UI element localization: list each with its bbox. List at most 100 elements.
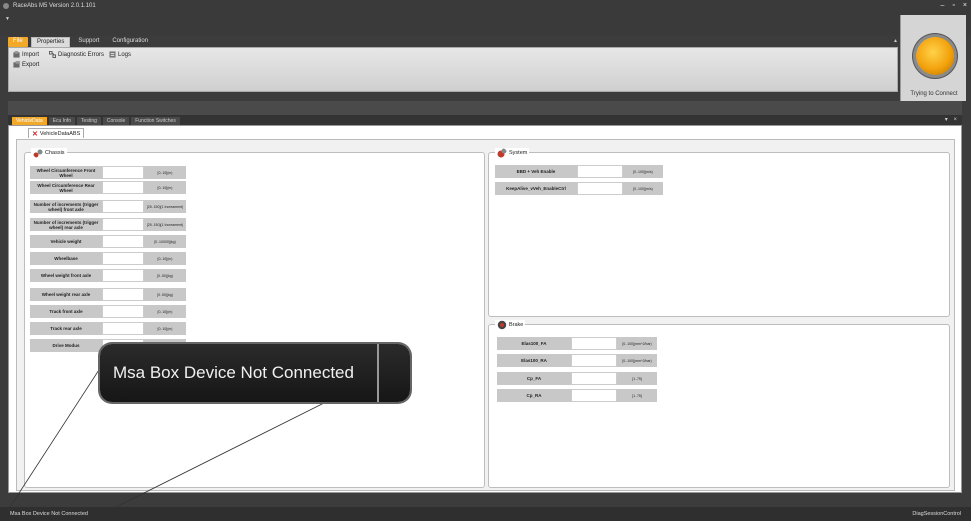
param-input[interactable]	[102, 288, 144, 301]
tab-close-icon[interactable]: ×	[953, 117, 957, 123]
chassis-group: Chassis Wheel Circumference Front Wheel […	[24, 148, 485, 488]
chassis-legend: Chassis	[31, 148, 67, 158]
subtab-vehicle-data-abs[interactable]: ✕ VehicleDataABS	[28, 128, 85, 138]
tab-support[interactable]: Support	[73, 37, 104, 47]
param-range: [0..10](m)	[144, 305, 186, 318]
diagnostic-errors-label: Diagnostic Errors	[58, 51, 105, 58]
param-range: [0..50](kg)	[144, 269, 186, 282]
subtab-label: VehicleDataABS	[39, 130, 81, 137]
param-input[interactable]	[102, 305, 144, 318]
tab-configuration[interactable]: Configuration	[107, 37, 153, 47]
param-range: [0..10](m)	[144, 252, 186, 265]
param-label: Elas100_RA	[497, 354, 571, 367]
param-range: [0..100](m/s)	[623, 165, 663, 178]
diagnostic-errors-icon	[49, 51, 56, 58]
tab-testing[interactable]: Testing	[77, 117, 101, 125]
ribbon-tabs: File Properties Support Configuration	[8, 36, 153, 47]
document-tab-controls: ▾ ×	[945, 116, 957, 123]
param-input[interactable]	[571, 372, 617, 385]
param-input[interactable]	[571, 389, 617, 402]
tab-console[interactable]: Console	[102, 117, 130, 125]
param-label: Cp_RA	[497, 389, 571, 402]
tab-file[interactable]: File	[8, 37, 28, 47]
tab-vehicle-data[interactable]: VehicleData	[12, 117, 47, 125]
close-button[interactable]: ×	[963, 2, 967, 9]
param-range: [0..100](mm^2/bar)	[617, 337, 657, 350]
chassis-icon	[33, 149, 43, 158]
brake-legend: Brake	[495, 320, 526, 330]
brake-icon	[497, 320, 507, 330]
param-input[interactable]	[571, 337, 617, 350]
chassis-row: Wheelbase [0..10](m)	[30, 252, 186, 265]
param-label: Wheel Circumference Rear Wheel	[30, 181, 102, 194]
system-legend: System	[495, 148, 530, 158]
tab-dropdown-icon[interactable]: ▾	[945, 117, 948, 123]
param-label: Track rear axle	[30, 322, 102, 335]
chassis-row: Vehicle weight [0..10000](kg)	[30, 235, 186, 248]
param-input[interactable]	[577, 182, 623, 195]
logs-icon	[109, 51, 116, 58]
param-input[interactable]	[102, 269, 144, 282]
param-label: Cp_FA	[497, 372, 571, 385]
param-range: [0..10000](kg)	[144, 235, 186, 248]
system-icon	[497, 148, 507, 158]
tab-properties[interactable]: Properties	[31, 37, 71, 47]
chassis-row: Wheel weight front axle [0..50](kg)	[30, 269, 186, 282]
param-input[interactable]	[102, 235, 144, 248]
param-label: Wheel weight front axle	[30, 269, 102, 282]
brake-row: Elas100_RA [0..100](mm^2/bar)	[497, 354, 657, 367]
restore-button[interactable]: ▫	[952, 2, 954, 9]
import-button[interactable]: Import	[13, 51, 39, 58]
param-input[interactable]	[102, 252, 144, 265]
param-range: [0..50](kg)	[144, 288, 186, 301]
ribbon-panel: Import Export Diagnostic Errors Logs	[8, 47, 898, 92]
param-input[interactable]	[102, 218, 144, 231]
param-label: Elas100_FA	[497, 337, 571, 350]
quick-access-toolbar: ▼	[0, 12, 971, 36]
logs-button[interactable]: Logs	[109, 51, 131, 58]
quick-access-dropdown-icon[interactable]: ▼	[5, 16, 10, 22]
minimize-button[interactable]: –	[941, 2, 945, 9]
import-label: Import	[22, 51, 40, 58]
param-label: Number of increments (trigger wheel) fro…	[30, 200, 102, 213]
logs-label: Logs	[118, 51, 132, 58]
status-callout-magnifier: Msa Box Device Not Connected	[100, 344, 410, 402]
param-range: [25..150](1 Increament)	[144, 200, 186, 213]
param-label: Drive Modus	[30, 339, 102, 352]
brake-row: Cp_FA [1..75]	[497, 372, 657, 385]
diagnostic-errors-button[interactable]: Diagnostic Errors	[49, 51, 104, 58]
window-controls: – ▫ ×	[941, 2, 967, 9]
param-input[interactable]	[571, 354, 617, 367]
tab-function-switches[interactable]: Function Switches	[131, 117, 180, 125]
title-bar: RaceAbs M5 Version 2.0.1.101 – ▫ ×	[0, 0, 971, 12]
session-status-text: DiagSessionControl	[912, 511, 961, 517]
param-range: [0..10](m)	[144, 322, 186, 335]
connection-status-text: Trying to Connect	[910, 91, 958, 97]
app-icon	[3, 3, 9, 9]
export-button[interactable]: Export	[13, 61, 39, 68]
param-label: KeepAlive_vVeh_EnableCtrl	[495, 182, 577, 195]
param-range: [1..75]	[617, 389, 657, 402]
chassis-row: Track front axle [0..10](m)	[30, 305, 186, 318]
param-label: Wheelbase	[30, 252, 102, 265]
param-input[interactable]	[102, 322, 144, 335]
connection-status-lamp	[916, 37, 954, 75]
export-icon	[13, 61, 20, 68]
param-input[interactable]	[102, 181, 144, 194]
param-input[interactable]	[577, 165, 623, 178]
system-group: System EBD + Veh Enable [0..100](m/s) Kee…	[488, 148, 950, 317]
param-range: [0..100](mm^2/bar)	[617, 354, 657, 367]
ribbon-collapse-icon[interactable]: ▲	[893, 38, 898, 44]
param-input[interactable]	[102, 166, 144, 179]
status-bar: Msa Box Device Not Connected DiagSession…	[0, 507, 971, 521]
param-input[interactable]	[102, 200, 144, 213]
close-icon[interactable]: ✕	[32, 130, 38, 138]
brake-title: Brake	[509, 322, 524, 328]
chassis-row: Number of increments (trigger wheel) rea…	[30, 218, 186, 231]
param-range: [0..100](m/s)	[623, 182, 663, 195]
tab-ecu-info[interactable]: Ecu Info	[48, 117, 76, 125]
param-range: [0..10](m)	[144, 166, 186, 179]
chassis-title: Chassis	[45, 150, 65, 156]
callout-text: Msa Box Device Not Connected	[113, 363, 354, 382]
param-range: [0..10](m)	[144, 181, 186, 194]
